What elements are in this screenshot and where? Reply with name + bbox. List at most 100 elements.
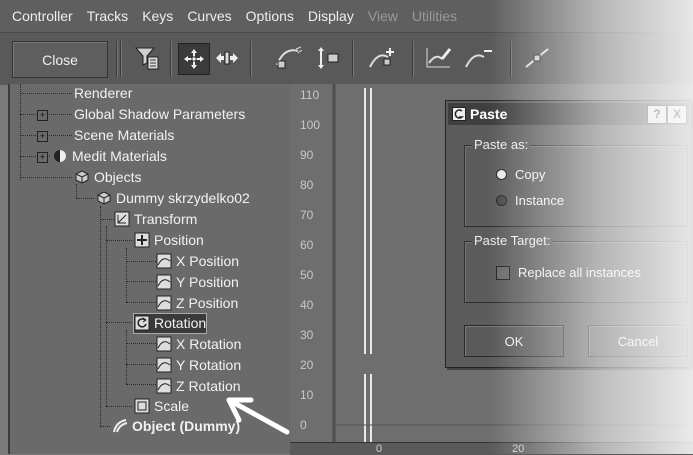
tree-item-scale[interactable]: Scale xyxy=(134,397,189,416)
instance-radio[interactable]: Instance xyxy=(496,193,564,208)
draw-curves-icon[interactable] xyxy=(424,43,454,73)
tree-connector xyxy=(20,84,21,180)
y-tick-label: 60 xyxy=(300,238,314,252)
replace-all-instances-checkbox[interactable]: Replace all instances xyxy=(496,265,641,280)
float-curve-icon xyxy=(156,336,174,352)
menu-controller[interactable]: Controller xyxy=(0,8,80,24)
tree-item-scene-materials[interactable]: Scene Materials xyxy=(74,126,174,145)
menu-view[interactable]: View xyxy=(361,8,405,24)
object-modifier-icon xyxy=(112,418,130,434)
time-ruler[interactable]: 0 20 xyxy=(290,442,693,455)
tree-item-object-dummy[interactable]: Object (Dummy) xyxy=(112,417,240,436)
toolbar-separator xyxy=(250,41,251,77)
tree-connector xyxy=(106,322,132,323)
paste-as-group xyxy=(464,145,688,227)
tree-connector xyxy=(126,261,156,262)
tree-item-transform[interactable]: Transform xyxy=(114,210,197,229)
tree-connector xyxy=(100,206,101,426)
help-button[interactable]: ? xyxy=(647,105,667,124)
tree-connector xyxy=(126,343,156,344)
y-tick-label: 10 xyxy=(300,388,314,402)
menu-keys[interactable]: Keys xyxy=(135,8,180,24)
tree-item-position[interactable]: Position xyxy=(134,231,204,250)
menu-display[interactable]: Display xyxy=(301,8,361,24)
y-tick-label: 100 xyxy=(300,118,321,132)
tree-item-objects[interactable]: Objects xyxy=(74,168,141,187)
x-tick-label: 20 xyxy=(512,443,525,455)
tree-item-y-rotation[interactable]: Y Rotation xyxy=(156,356,241,375)
toolbar: Close xyxy=(0,32,693,85)
menu-options[interactable]: Options xyxy=(239,8,301,24)
y-tick-label: 40 xyxy=(300,298,314,312)
transform-icon xyxy=(114,211,132,227)
scale-values-icon[interactable] xyxy=(314,43,344,73)
x-tick-label: 0 xyxy=(376,443,383,455)
dialog-titlebar[interactable]: Paste ? X xyxy=(448,103,689,125)
float-curve-icon xyxy=(156,274,174,290)
tree-connector xyxy=(76,198,94,199)
y-tick-label: 50 xyxy=(300,268,314,282)
close-dialog-button[interactable]: X xyxy=(667,105,687,124)
float-curve-icon xyxy=(156,357,174,373)
float-curve-icon xyxy=(156,378,174,394)
tree-item-renderer[interactable]: Renderer xyxy=(74,84,132,103)
float-curve-icon xyxy=(156,295,174,311)
float-curve-icon xyxy=(156,253,174,269)
menu-bar: Controller Tracks Keys Curves Options Di… xyxy=(0,0,693,32)
tree-connector xyxy=(106,240,132,241)
menu-tracks[interactable]: Tracks xyxy=(80,8,135,24)
copy-radio[interactable]: Copy xyxy=(496,167,545,182)
tree-item-y-position[interactable]: Y Position xyxy=(156,273,239,292)
app-icon xyxy=(452,107,466,121)
expand-toggle[interactable]: + xyxy=(37,131,48,142)
tree-item-rotation[interactable]: Rotation xyxy=(132,313,208,334)
track-view-tree[interactable]: + + + Renderer Global Shadow Parameters … xyxy=(8,84,294,454)
tree-item-z-position[interactable]: Z Position xyxy=(156,294,238,313)
add-keys-icon[interactable] xyxy=(368,43,398,73)
expand-toggle[interactable]: + xyxy=(37,152,48,163)
scale-keys-icon[interactable] xyxy=(274,43,304,73)
tree-connector xyxy=(20,93,72,94)
scale-controller-icon xyxy=(134,398,152,414)
tangent-icon[interactable] xyxy=(522,43,552,73)
tree-connector xyxy=(126,384,156,385)
y-tick-label: 110 xyxy=(300,88,320,102)
objects-icon xyxy=(74,169,92,185)
y-tick-label: 30 xyxy=(300,328,314,342)
checkbox-box xyxy=(496,265,510,280)
y-tick-label: 0 xyxy=(300,418,307,432)
close-button[interactable]: Close xyxy=(12,41,108,78)
tree-connector xyxy=(126,302,156,303)
tree-item-medit-materials[interactable]: Medit Materials xyxy=(52,147,167,166)
menu-curves[interactable]: Curves xyxy=(180,8,238,24)
tree-item-x-position[interactable]: X Position xyxy=(156,252,239,271)
menu-utilities[interactable]: Utilities xyxy=(405,8,464,24)
tree-connector xyxy=(126,248,127,302)
paste-dialog: Paste ? X Paste as: Copy Instance Paste … xyxy=(445,100,692,368)
expand-toggle[interactable]: + xyxy=(37,110,48,121)
toolbar-separator xyxy=(170,41,171,77)
tree-item-global-shadow[interactable]: Global Shadow Parameters xyxy=(74,105,245,124)
tree-connector xyxy=(106,226,107,406)
filter-icon[interactable] xyxy=(132,43,162,73)
tree-item-x-rotation[interactable]: X Rotation xyxy=(156,335,241,354)
slide-keys-icon[interactable] xyxy=(212,43,242,73)
cancel-button[interactable]: Cancel xyxy=(588,325,688,357)
ok-button[interactable]: OK xyxy=(464,325,564,357)
rotation-controller-icon xyxy=(134,315,152,331)
y-tick-label: 20 xyxy=(300,358,314,372)
tree-item-dummy[interactable]: Dummy skrzydelko02 xyxy=(96,189,250,208)
dialog-title: Paste xyxy=(470,106,508,122)
y-tick-label: 70 xyxy=(300,208,314,222)
material-sphere-icon xyxy=(52,148,70,164)
tree-connector xyxy=(100,219,114,220)
radio-indicator xyxy=(496,169,507,180)
pointer-arrow-annotation xyxy=(226,397,290,435)
reduce-keys-icon[interactable] xyxy=(464,43,494,73)
move-keys-icon[interactable] xyxy=(178,43,210,75)
radio-indicator xyxy=(496,195,507,206)
position-controller-icon xyxy=(134,232,152,248)
toolbar-separator xyxy=(352,41,353,77)
toolbar-separator xyxy=(412,41,413,77)
dummy-object-icon xyxy=(96,190,114,206)
